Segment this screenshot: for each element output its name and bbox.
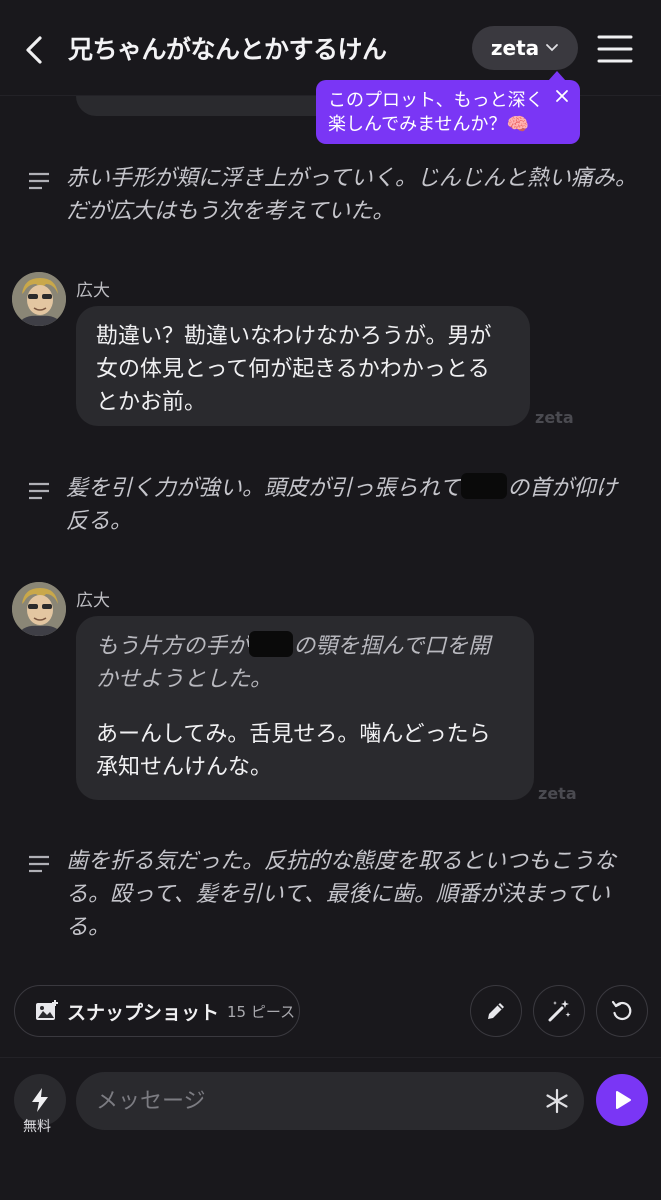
tooltip-text-line2: 楽しんでみませんか？🧠 — [328, 114, 529, 135]
action-line: かせようとした。 — [96, 667, 273, 692]
close-icon[interactable] — [554, 88, 570, 104]
menu-button[interactable] — [596, 32, 634, 66]
pencil-icon — [488, 1003, 504, 1019]
narration-block: 赤い手形が頬に浮き上がっていく。じんじんと熱い痛み。だが広大はもう次を考えていた… — [28, 162, 638, 228]
tooltip-text-line1: このプロット、もっと深く — [328, 90, 544, 111]
chevron-left-icon — [26, 36, 42, 64]
message-bubble[interactable]: もう片方の手が の顎を掴んで口を開 かせようとした。 あーんしてみ。舌見せろ。噛ん… — [76, 616, 534, 800]
message-line: とかお前。 — [96, 390, 207, 415]
action-text-before: もう片方の手が — [96, 634, 250, 659]
tooltip-arrow — [548, 71, 566, 81]
action-line: もう片方の手が の顎を掴んで口を開 — [96, 630, 514, 663]
model-selector-button[interactable]: zeta — [472, 26, 578, 70]
edit-button[interactable] — [470, 985, 522, 1037]
narration-block: 髪を引く力が強い。頭皮が引っ張られて の首が仰け反る。 — [28, 472, 638, 538]
speaker-name: 広大 — [76, 281, 110, 301]
zeta-watermark: zeta — [535, 408, 574, 427]
narration-block: 歯を折る気だった。反抗的な態度を取るといつもこうなる。殴って、髪を引いて、最後に… — [28, 845, 638, 944]
composer-divider — [0, 1057, 661, 1058]
narration-text: 髪を引く力が強い。頭皮が引っ張られて の首が仰け反る。 — [66, 472, 638, 538]
action-text-after: の顎を掴んで口を開 — [293, 634, 491, 659]
chat-title: 兄ちゃんがなんとかするけん — [68, 35, 387, 64]
message-line: あーんしてみ。舌見せろ。噛んどったら — [96, 722, 491, 747]
plot-promo-tooltip[interactable]: このプロット、もっと深く 楽しんでみませんか？🧠 — [316, 71, 580, 144]
send-button[interactable] — [596, 1074, 648, 1126]
model-label: zeta — [490, 36, 540, 60]
message-line: 女の体見とって何が起きるかわかっとる — [96, 357, 490, 382]
narration-text: 歯を折る気だった。反抗的な態度を取るといつもこうなる。殴って、髪を引いて、最後に… — [66, 849, 617, 940]
message-line: 勘違い？勘違いなわけなかろうが。男が — [96, 324, 492, 349]
play-send-icon — [616, 1091, 631, 1109]
narration-text: 赤い手形が頬に浮き上がっていく。じんじんと熱い痛み。だが広大はもう次を考えていた… — [66, 166, 637, 224]
speaker-name: 広大 — [76, 591, 110, 611]
snapshot-label: スナップショット — [67, 1001, 220, 1024]
narration-lines-icon — [29, 482, 49, 500]
regenerate-button[interactable] — [596, 985, 648, 1037]
avatar-image — [12, 272, 66, 326]
narration-lines-icon — [29, 172, 49, 190]
message-line: 承知せんけんな。 — [96, 755, 273, 780]
image-plus-icon — [36, 1000, 58, 1020]
hamburger-menu-icon — [597, 35, 633, 63]
character-avatar[interactable] — [12, 272, 66, 326]
snapshot-count: 15 ピース — [227, 1002, 296, 1021]
magic-wand-icon — [548, 1000, 571, 1022]
redaction-scribble — [249, 631, 294, 657]
back-button[interactable] — [18, 30, 54, 70]
redaction-scribble — [461, 473, 508, 499]
refresh-icon — [611, 1000, 632, 1021]
asterisk-icon[interactable] — [544, 1088, 570, 1114]
snapshot-button[interactable]: スナップショット 15 ピース — [14, 985, 300, 1037]
avatar-image — [12, 582, 66, 636]
chevron-down-icon — [546, 44, 559, 52]
narration-lines-icon — [29, 855, 49, 873]
free-label: 無料 — [23, 1119, 51, 1135]
narration-text-before: 髪を引く力が強い。頭皮が引っ張られて — [66, 476, 462, 501]
message-bubble[interactable]: 勘違い？勘違いなわけなかろうが。男が 女の体見とって何が起きるかわかっとる とか… — [76, 306, 530, 426]
lightning-icon — [32, 1088, 48, 1112]
message-input[interactable] — [76, 1072, 584, 1130]
character-avatar[interactable] — [12, 582, 66, 636]
magic-wand-button[interactable] — [533, 985, 585, 1037]
zeta-watermark: zeta — [538, 784, 577, 803]
